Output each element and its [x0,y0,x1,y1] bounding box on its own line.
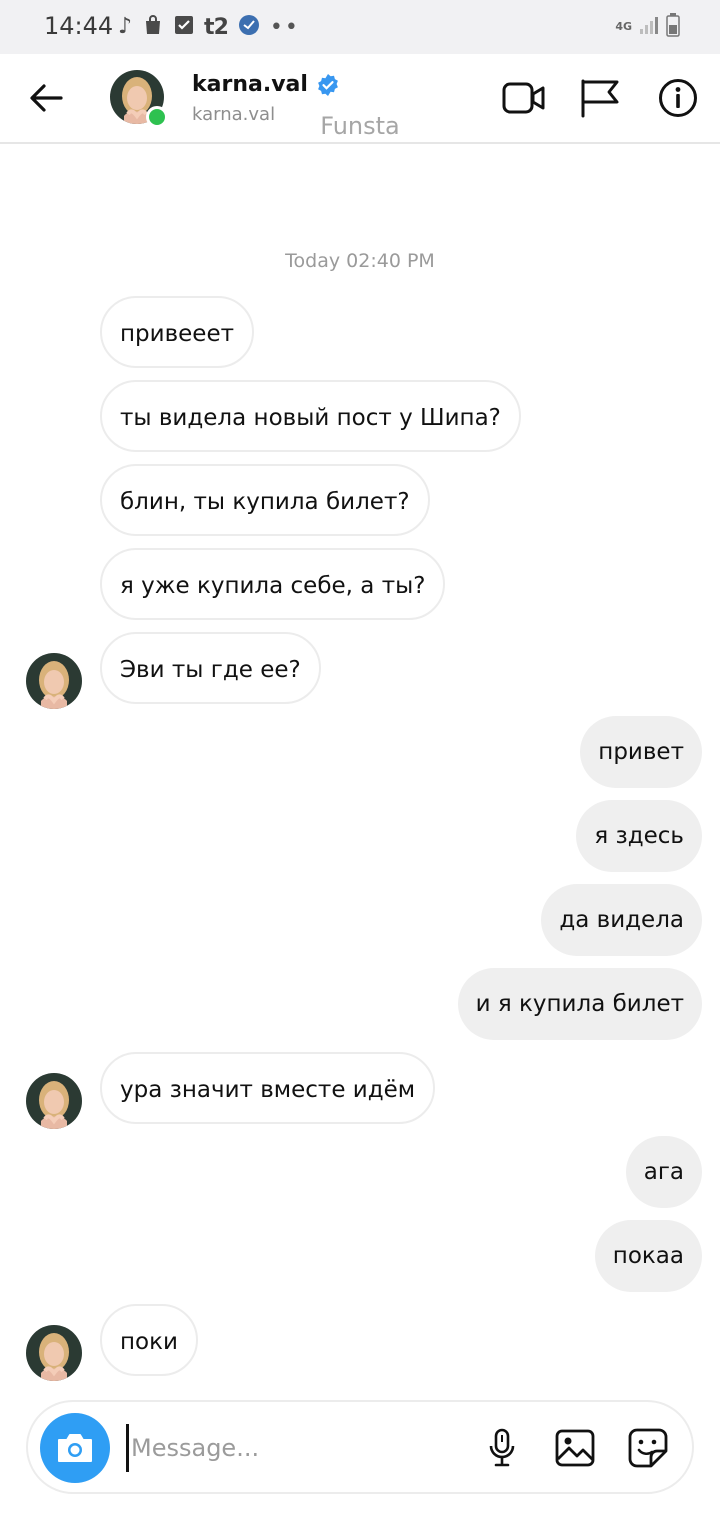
status-icons-right: 4G [615,12,680,42]
message-outgoing[interactable]: да видела [541,884,702,956]
microphone-button[interactable] [478,1424,526,1472]
status-time: 14:44 [44,12,114,40]
message-outgoing[interactable]: я здесь [576,800,702,872]
checkbox-icon [174,15,194,39]
back-arrow-icon [30,84,63,112]
message-incoming[interactable]: привееет [100,296,254,368]
username-row[interactable]: karna.val [192,72,340,97]
status-icons-left: ♪ t2 •• [118,12,300,42]
vpn-icon [238,14,260,40]
microphone-icon [489,1428,515,1467]
network-type: 4G [615,20,632,33]
status-bar: 14:44 ♪ t2 •• 4G [0,0,720,54]
video-camera-icon [502,82,545,114]
message-incoming[interactable]: ура значит вместе идём [100,1052,436,1124]
message-incoming[interactable]: я уже купила себе, а ты? [100,548,446,620]
message-outgoing[interactable]: ага [625,1136,702,1208]
message-outgoing[interactable]: и я купила билет [457,968,702,1040]
message-incoming[interactable]: Эви ты где ее? [100,632,321,704]
sender-avatar[interactable] [26,1325,82,1381]
message-composer [26,1400,694,1494]
sticker-button[interactable] [624,1424,672,1472]
battery-icon [666,13,680,41]
username: karna.val [192,72,308,97]
verified-badge-icon [318,73,338,96]
sender-avatar[interactable] [26,653,82,709]
message-outgoing[interactable]: привет [580,716,702,788]
image-gallery-icon [555,1429,595,1467]
message-input[interactable] [126,1424,466,1472]
gallery-button[interactable] [551,1424,599,1472]
message-incoming[interactable]: ты видела новый пост у Шипа? [100,380,521,452]
message-outgoing[interactable]: покаа [594,1220,702,1292]
chat-timestamp: Today 02:40 PM [285,250,435,272]
message-incoming[interactable]: блин, ты купила билет? [100,464,430,536]
more-dots-icon: •• [269,14,300,40]
camera-icon [58,1434,92,1462]
signal-icon [638,14,660,40]
camera-button[interactable] [40,1413,110,1483]
music-note-icon: ♪ [118,14,133,39]
sender-avatar[interactable] [26,1073,82,1129]
shopping-bag-icon [142,14,164,40]
message-incoming[interactable]: поки [100,1304,198,1376]
app-watermark: Funsta [320,112,400,140]
sticker-icon [628,1428,668,1468]
t2-carrier-icon: t2 [204,14,229,40]
